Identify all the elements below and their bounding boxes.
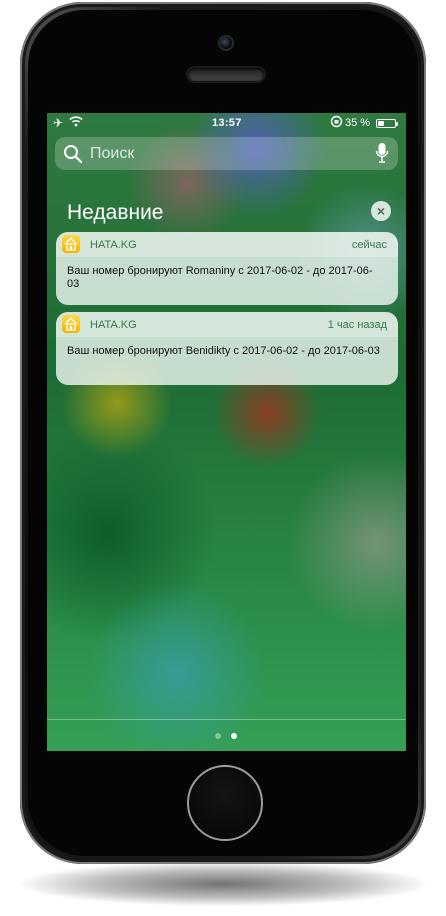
notification-card[interactable]: HATA.KG 1 час назад Ваш номер бронируют …	[56, 312, 398, 385]
page-indicator-dot-active[interactable]	[231, 733, 237, 739]
home-button[interactable]	[187, 765, 263, 841]
airplane-icon: ✈	[53, 116, 64, 130]
notification-card[interactable]: HATA.KG сейчас Ваш номер бронируют Roman…	[56, 232, 398, 305]
search-bar[interactable]: Поиск	[55, 137, 398, 170]
notification-message: Ваш номер бронируют Benidikty с 2017-06-…	[67, 345, 380, 357]
notification-app-name: HATA.KG	[90, 239, 137, 251]
microphone-icon[interactable]	[375, 142, 389, 169]
recent-section-title: Недавние	[67, 201, 164, 224]
orientation-lock-icon	[330, 115, 343, 131]
battery-tip	[396, 122, 398, 126]
battery-icon	[376, 119, 396, 128]
phone-shadow	[20, 862, 426, 906]
battery-level	[378, 121, 384, 126]
lock-screen: ✈ 13:57 35 % Поиск Недавние × HATA.KG се…	[47, 113, 406, 751]
battery-percentage: 35 %	[345, 117, 371, 129]
close-icon[interactable]: ×	[371, 201, 391, 221]
notification-app-name: HATA.KG	[90, 319, 137, 331]
house-icon	[62, 235, 80, 253]
notification-header: HATA.KG сейчас	[56, 232, 398, 257]
status-time: 13:57	[212, 117, 242, 129]
wifi-icon	[69, 115, 83, 130]
earpiece-speaker	[188, 68, 264, 81]
notification-message: Ваш номер бронируют Romaniny с 2017-06-0…	[67, 265, 373, 290]
search-icon	[63, 144, 83, 169]
house-icon	[62, 315, 80, 333]
notification-header: HATA.KG 1 час назад	[56, 312, 398, 337]
page-indicator-dot[interactable]	[215, 733, 221, 739]
page-divider	[47, 719, 406, 720]
notification-time: сейчас	[351, 239, 387, 251]
search-placeholder[interactable]: Поиск	[90, 145, 134, 163]
front-camera	[220, 37, 232, 49]
status-bar: ✈ 13:57 35 %	[47, 113, 406, 133]
notification-time: 1 час назад	[327, 319, 387, 331]
